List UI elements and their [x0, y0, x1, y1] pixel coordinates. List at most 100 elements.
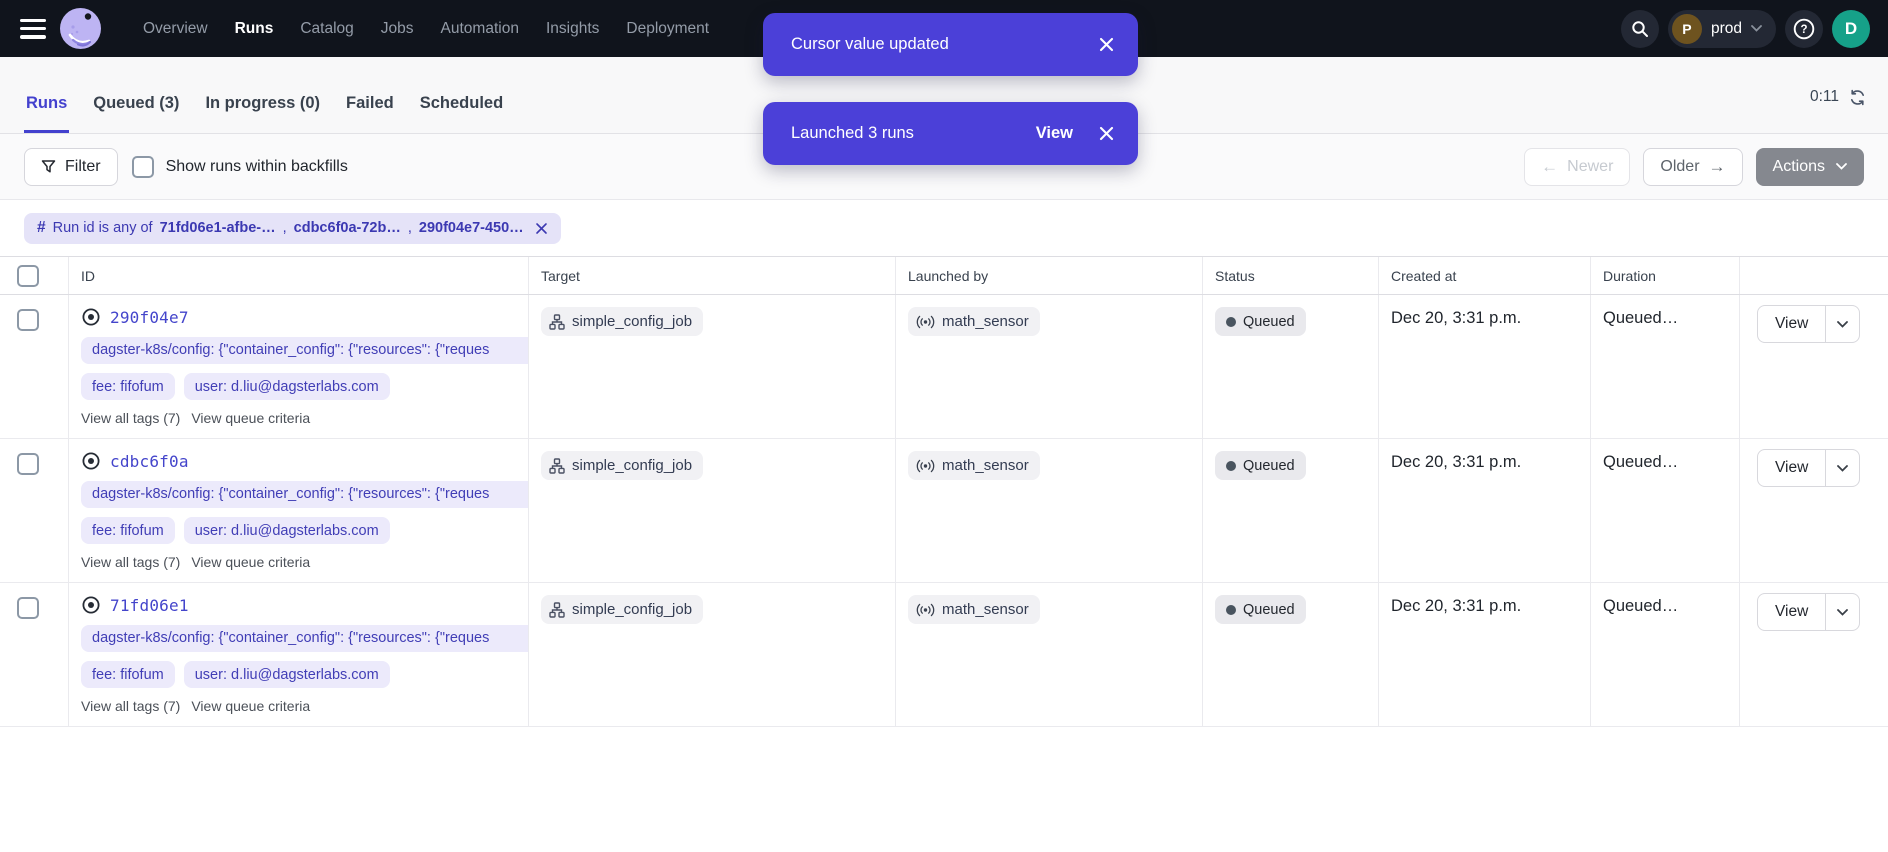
toast-cursor-updated: Cursor value updated	[763, 13, 1138, 76]
status-badge: Queued	[1215, 451, 1306, 480]
remove-filter-icon[interactable]	[535, 222, 548, 235]
target-job-link[interactable]: simple_config_job	[541, 595, 703, 624]
view-dropdown-button[interactable]	[1825, 306, 1859, 342]
view-button[interactable]: View	[1758, 306, 1825, 342]
nav-item-jobs[interactable]: Jobs	[381, 20, 414, 38]
chevron-down-icon	[1836, 163, 1847, 170]
run-id-link[interactable]: cdbc6f0a	[110, 452, 189, 471]
nav-item-insights[interactable]: Insights	[546, 20, 599, 38]
refresh-icon[interactable]	[1849, 89, 1866, 106]
env-avatar: P	[1672, 14, 1702, 44]
view-dropdown-button[interactable]	[1825, 594, 1859, 630]
tag-fee[interactable]: fee: fifofum	[81, 661, 175, 688]
run-status-icon	[81, 451, 101, 471]
tab-runs[interactable]: Runs	[24, 68, 69, 133]
job-icon	[549, 314, 565, 330]
arrow-right-icon: →	[1709, 158, 1726, 175]
tab-scheduled[interactable]: Scheduled	[418, 68, 505, 133]
nav-item-runs[interactable]: Runs	[235, 20, 274, 38]
target-job-link[interactable]: simple_config_job	[541, 451, 703, 480]
newer-button[interactable]: ← Newer	[1524, 148, 1630, 186]
nav-item-catalog[interactable]: Catalog	[300, 20, 353, 38]
show-backfills-checkbox[interactable]	[132, 156, 154, 178]
sensor-icon	[916, 315, 935, 329]
filter-button[interactable]: Filter	[24, 148, 118, 186]
select-all-checkbox[interactable]	[17, 265, 39, 287]
help-button[interactable]: ?	[1785, 10, 1823, 48]
col-header-id: ID	[69, 257, 529, 294]
tag-fee[interactable]: fee: fifofum	[81, 373, 175, 400]
status-badge: Queued	[1215, 595, 1306, 624]
view-dropdown-button[interactable]	[1825, 450, 1859, 486]
view-button[interactable]: View	[1758, 450, 1825, 486]
chevron-down-icon	[1837, 609, 1848, 616]
run-status-icon	[81, 595, 101, 615]
status-dot-icon	[1226, 605, 1236, 615]
chevron-down-icon	[1837, 465, 1848, 472]
created-at-value: Dec 20, 3:31 p.m.	[1379, 295, 1591, 438]
tag-fee[interactable]: fee: fifofum	[81, 517, 175, 544]
chip-run-id: 290f04e7-450…	[419, 220, 524, 236]
col-header-created-at: Created at	[1379, 257, 1591, 294]
row-checkbox[interactable]	[17, 309, 39, 331]
run-id-link[interactable]: 71fd06e1	[110, 596, 189, 615]
view-queue-criteria-link[interactable]: View queue criteria	[191, 698, 310, 714]
view-queue-criteria-link[interactable]: View queue criteria	[191, 410, 310, 426]
view-button[interactable]: View	[1758, 594, 1825, 630]
toast-launched-runs: Launched 3 runs View	[763, 102, 1138, 165]
launched-by-sensor-link[interactable]: math_sensor	[908, 307, 1040, 336]
col-header-duration: Duration	[1591, 257, 1740, 294]
row-checkbox[interactable]	[17, 453, 39, 475]
nav-item-deployment[interactable]: Deployment	[626, 20, 709, 38]
status-dot-icon	[1226, 461, 1236, 471]
tag-user[interactable]: user: d.liu@dagsterlabs.com	[184, 661, 390, 688]
older-button[interactable]: Older →	[1643, 148, 1742, 186]
tag-user[interactable]: user: d.liu@dagsterlabs.com	[184, 517, 390, 544]
chip-run-id: 71fd06e1-afbe-…	[160, 220, 276, 236]
hamburger-menu-icon[interactable]	[20, 19, 46, 39]
launched-by-sensor-link[interactable]: math_sensor	[908, 595, 1040, 624]
view-all-tags-link[interactable]: View all tags (7)	[81, 698, 180, 714]
table-row: cdbc6f0a dagster-k8s/config: {"container…	[0, 439, 1888, 583]
nav-items: Overview Runs Catalog Jobs Automation In…	[143, 20, 709, 38]
duration-value: Queued…	[1591, 439, 1740, 582]
user-avatar[interactable]: D	[1832, 10, 1870, 48]
launched-by-sensor-link[interactable]: math_sensor	[908, 451, 1040, 480]
sensor-icon	[916, 459, 935, 473]
tab-queued[interactable]: Queued (3)	[91, 68, 181, 133]
col-header-status: Status	[1203, 257, 1379, 294]
actions-button[interactable]: Actions	[1756, 148, 1864, 186]
chip-run-id: cdbc6f0a-72b…	[294, 220, 401, 236]
view-queue-criteria-link[interactable]: View queue criteria	[191, 554, 310, 570]
duration-value: Queued…	[1591, 295, 1740, 438]
toast-message: Cursor value updated	[791, 35, 949, 54]
close-icon[interactable]	[1099, 37, 1114, 52]
view-all-tags-link[interactable]: View all tags (7)	[81, 410, 180, 426]
deployment-switcher[interactable]: P prod	[1668, 10, 1776, 48]
created-at-value: Dec 20, 3:31 p.m.	[1379, 439, 1591, 582]
funnel-icon	[41, 159, 56, 174]
tag-user[interactable]: user: d.liu@dagsterlabs.com	[184, 373, 390, 400]
close-icon[interactable]	[1099, 126, 1114, 141]
dagster-logo-icon[interactable]	[60, 8, 101, 49]
row-checkbox[interactable]	[17, 597, 39, 619]
job-icon	[549, 602, 565, 618]
nav-item-automation[interactable]: Automation	[441, 20, 519, 38]
search-button[interactable]	[1621, 10, 1659, 48]
tab-in-progress[interactable]: In progress (0)	[203, 68, 322, 133]
tag-dagster-k8s-config[interactable]: dagster-k8s/config: {"container_config":…	[81, 481, 529, 508]
refresh-countdown: 0:11	[1810, 88, 1839, 106]
tag-dagster-k8s-config[interactable]: dagster-k8s/config: {"container_config":…	[81, 625, 529, 652]
chip-prefix: Run id is any of	[53, 220, 153, 236]
hash-icon: #	[37, 219, 46, 237]
tab-failed[interactable]: Failed	[344, 68, 396, 133]
nav-item-overview[interactable]: Overview	[143, 20, 208, 38]
target-job-link[interactable]: simple_config_job	[541, 307, 703, 336]
run-id-filter-chip[interactable]: # Run id is any of 71fd06e1-afbe-…, cdbc…	[24, 213, 561, 244]
run-id-link[interactable]: 290f04e7	[110, 308, 189, 327]
toast-message: Launched 3 runs	[791, 124, 914, 143]
help-icon: ?	[1792, 17, 1816, 41]
view-all-tags-link[interactable]: View all tags (7)	[81, 554, 180, 570]
toast-view-link[interactable]: View	[1036, 124, 1073, 143]
tag-dagster-k8s-config[interactable]: dagster-k8s/config: {"container_config":…	[81, 337, 529, 364]
